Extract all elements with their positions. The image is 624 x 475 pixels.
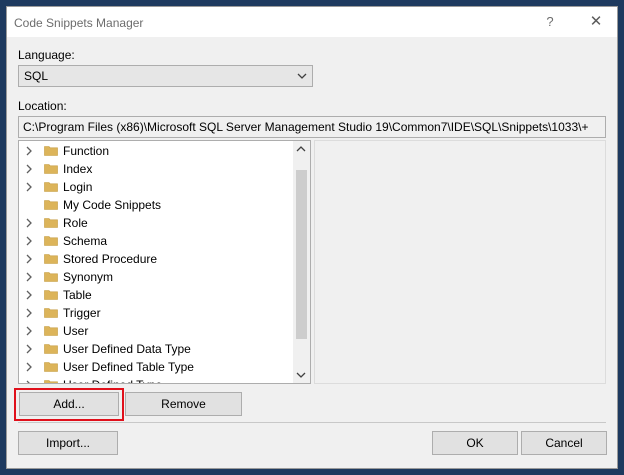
scroll-down-icon[interactable]: [295, 370, 307, 380]
close-button[interactable]: ✕: [585, 11, 607, 33]
remove-button[interactable]: Remove: [125, 392, 242, 416]
folder-icon: [44, 326, 58, 336]
tree-item-label: User Defined Type: [63, 378, 162, 383]
tree-item-label: Schema: [63, 234, 108, 248]
cancel-button[interactable]: Cancel: [521, 431, 607, 455]
language-value: SQL: [24, 69, 49, 83]
tree-item[interactable]: User Defined Type: [19, 376, 291, 384]
tree-item-label: User Defined Table Type: [63, 360, 194, 374]
separator: [18, 422, 606, 423]
language-label: Language:: [18, 48, 75, 62]
chevron-right-icon[interactable]: [24, 253, 34, 265]
chevron-down-icon: [297, 73, 307, 79]
tree-item[interactable]: Schema: [19, 232, 291, 250]
tree-item-label: Table: [63, 288, 92, 302]
folder-icon: [44, 290, 58, 300]
chevron-right-icon[interactable]: [24, 235, 34, 247]
folder-icon: [44, 182, 58, 192]
tree-item[interactable]: Synonym: [19, 268, 291, 286]
folder-icon: [44, 218, 58, 228]
chevron-right-icon[interactable]: [24, 325, 34, 337]
tree-item[interactable]: Role: [19, 214, 291, 232]
location-label: Location:: [18, 99, 67, 113]
chevron-right-icon[interactable]: [24, 145, 34, 157]
folder-icon: [44, 200, 58, 210]
code-snippets-manager-dialog: Code Snippets Manager ? ✕ Language: SQL …: [6, 6, 618, 469]
snippet-details-pane: [314, 140, 606, 384]
chevron-right-icon[interactable]: [24, 343, 34, 355]
folder-icon: [44, 362, 58, 372]
tree-item[interactable]: User Defined Table Type: [19, 358, 291, 376]
language-dropdown[interactable]: SQL: [18, 65, 313, 87]
tree-item-label: Stored Procedure: [63, 252, 158, 266]
tree-item[interactable]: User Defined Data Type: [19, 340, 291, 358]
tree-item[interactable]: My Code Snippets: [19, 196, 291, 214]
tree-item[interactable]: Function: [19, 142, 291, 160]
scroll-up-icon[interactable]: [295, 144, 307, 154]
tree-item-label: Synonym: [63, 270, 114, 284]
tree-item[interactable]: Stored Procedure: [19, 250, 291, 268]
chevron-right-icon[interactable]: [24, 271, 34, 283]
folder-icon: [44, 164, 58, 174]
folder-icon: [44, 254, 58, 264]
folder-icon: [44, 146, 58, 156]
title-bar: Code Snippets Manager ? ✕: [7, 7, 617, 37]
tree-item-label: User Defined Data Type: [63, 342, 191, 356]
folder-icon: [44, 236, 58, 246]
snippet-folder-tree[interactable]: User Defined Type User Defined Table Type…: [18, 140, 311, 384]
tree-item-label: Role: [63, 216, 88, 230]
tree-item-label: Trigger: [63, 306, 101, 320]
tree-item-label: My Code Snippets: [63, 198, 162, 212]
tree-scrollbar[interactable]: [293, 141, 310, 383]
chevron-right-icon[interactable]: [24, 181, 34, 193]
folder-icon: [44, 272, 58, 282]
location-field[interactable]: C:\Program Files (x86)\Microsoft SQL Ser…: [18, 116, 606, 138]
scrollbar-thumb[interactable]: [296, 170, 307, 339]
import-button[interactable]: Import...: [18, 431, 118, 455]
add-button-highlight: [14, 388, 124, 421]
chevron-right-icon[interactable]: [24, 163, 34, 175]
folder-icon: [44, 380, 58, 383]
folder-icon: [44, 308, 58, 318]
tree-item-label: Function: [63, 144, 110, 158]
ok-button[interactable]: OK: [432, 431, 518, 455]
tree-item-label: Login: [63, 180, 93, 194]
tree-item-label: Index: [63, 162, 93, 176]
window-title: Code Snippets Manager: [14, 16, 144, 30]
help-button[interactable]: ?: [539, 13, 561, 31]
chevron-right-icon[interactable]: [24, 217, 34, 229]
tree-item-label: User: [63, 324, 89, 338]
tree-item[interactable]: Trigger: [19, 304, 291, 322]
tree-item[interactable]: Login: [19, 178, 291, 196]
tree-item[interactable]: Table: [19, 286, 291, 304]
chevron-right-icon[interactable]: [24, 361, 34, 373]
tree-item[interactable]: User: [19, 322, 291, 340]
chevron-right-icon[interactable]: [24, 307, 34, 319]
folder-icon: [44, 344, 58, 354]
location-value: C:\Program Files (x86)\Microsoft SQL Ser…: [23, 120, 589, 134]
tree-item[interactable]: Index: [19, 160, 291, 178]
chevron-right-icon[interactable]: [24, 289, 34, 301]
chevron-right-icon[interactable]: [24, 379, 34, 384]
